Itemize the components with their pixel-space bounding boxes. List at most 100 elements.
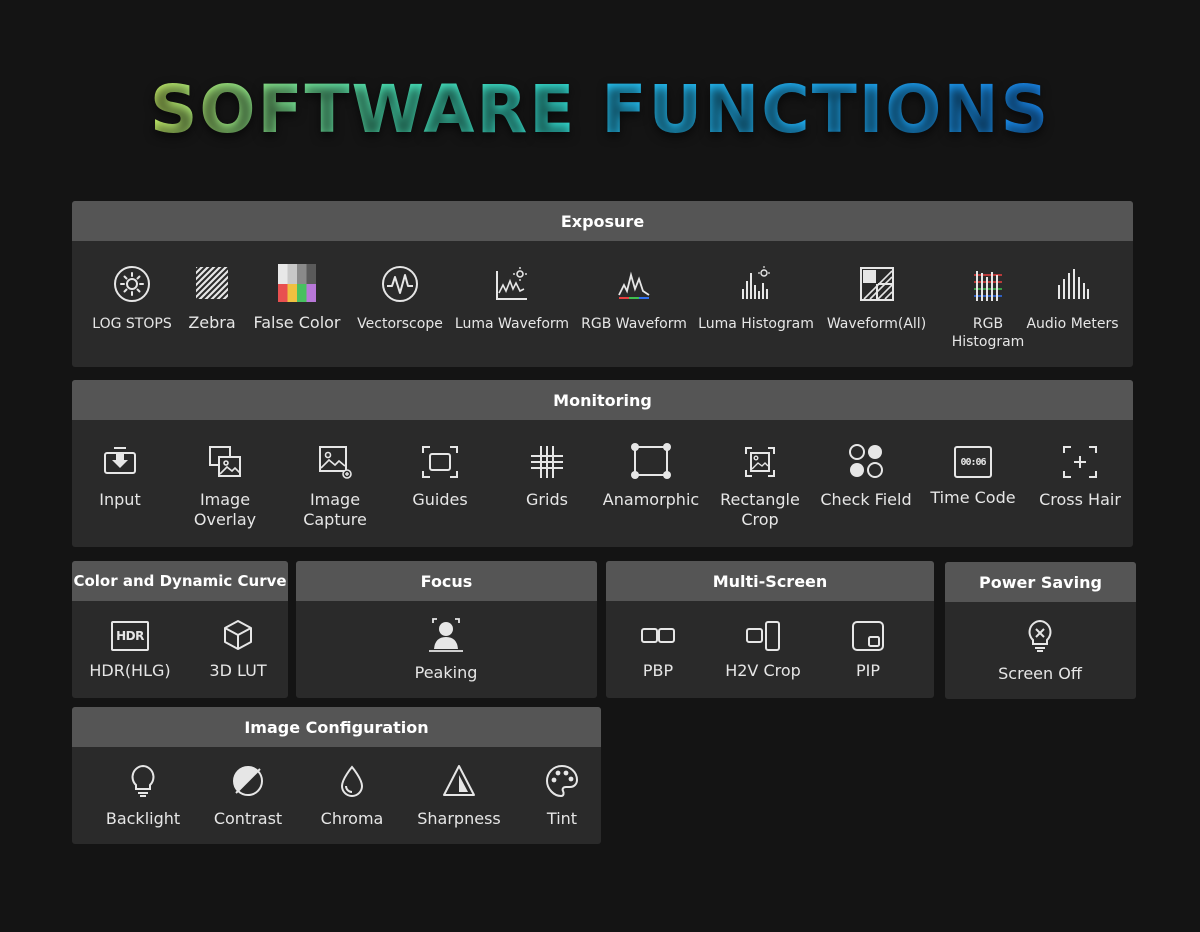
bulb-icon xyxy=(131,764,155,797)
h2v-crop-icon xyxy=(746,621,780,651)
exposure-item-audio-meters[interactable]: Audio Meters xyxy=(1020,265,1125,333)
color-header: Color and Dynamic Curve xyxy=(72,561,288,601)
pbp-icon xyxy=(641,628,675,643)
exposure-item-rgb-histogram[interactable]: RGB Histogram xyxy=(948,269,1028,351)
pip-icon xyxy=(852,621,884,651)
imageconfig-label: Contrast xyxy=(213,809,283,828)
imageconfig-item-sharpness[interactable]: Sharpness xyxy=(404,763,514,829)
monitoring-label: Anamorphic xyxy=(602,490,700,509)
monitoring-label: Input xyxy=(99,490,141,509)
power-item-screen-off[interactable]: Screen Off xyxy=(990,618,1090,684)
exposure-label: Luma Histogram xyxy=(698,316,814,332)
exposure-item-waveform-all[interactable]: Waveform(All) xyxy=(819,265,934,333)
color-item-3d-lut[interactable]: 3D LUT xyxy=(188,619,288,681)
monitoring-label: Time Code xyxy=(930,488,1016,507)
exposure-label-line1: RGB xyxy=(972,316,1004,332)
hdr-glyph: HDR xyxy=(116,629,144,643)
monitoring-label-line2: Crop xyxy=(741,510,779,529)
monitoring-item-image-overlay[interactable]: Image Overlay xyxy=(180,444,270,530)
monitoring-label: Guides xyxy=(412,490,468,509)
focus-label: Peaking xyxy=(414,663,478,682)
anamorphic-icon xyxy=(631,443,671,479)
palette-icon xyxy=(545,764,579,798)
monitoring-item-image-capture[interactable]: Image Capture xyxy=(290,444,380,530)
color-item-hdr[interactable]: HDR HDR(HLG) xyxy=(80,619,180,681)
exposure-label: Waveform(All) xyxy=(826,316,927,332)
imageconfig-item-contrast[interactable]: Contrast xyxy=(198,763,298,829)
multiscreen-panel: Multi-Screen PBP H2V Crop PIP xyxy=(606,561,934,698)
power-panel: Power Saving Screen Off xyxy=(945,562,1136,699)
zebra-icon xyxy=(196,267,228,299)
multiscreen-item-h2v-crop[interactable]: H2V Crop xyxy=(713,621,813,681)
waveform-all-icon xyxy=(859,267,894,301)
imageconfig-item-tint[interactable]: Tint xyxy=(522,763,601,829)
imageconfig-label: Tint xyxy=(546,809,578,828)
time-code-glyph: 00:06 xyxy=(960,456,986,468)
exposure-item-rgb-waveform[interactable]: RGB Waveform xyxy=(574,265,694,333)
power-label: Screen Off xyxy=(998,664,1082,683)
color-panel: Color and Dynamic Curve HDR HDR(HLG) 3D … xyxy=(72,561,288,698)
exposure-panel: Exposure LOG STOPS Zebra False Color Vec… xyxy=(72,201,1133,367)
monitoring-item-anamorphic[interactable]: Anamorphic xyxy=(597,442,705,510)
monitoring-item-check-field[interactable]: Check Field xyxy=(816,442,916,510)
monitoring-item-cross-hair[interactable]: Cross Hair xyxy=(1030,444,1130,510)
rectangle-crop-icon xyxy=(745,447,775,477)
monitoring-item-time-code[interactable]: 00:06 Time Code xyxy=(923,444,1023,508)
exposure-item-luma-waveform[interactable]: Luma Waveform xyxy=(452,265,572,333)
imageconfig-label: Backlight xyxy=(105,809,181,828)
rgb-histogram-icon xyxy=(974,271,1002,301)
multiscreen-label: PBP xyxy=(642,661,674,680)
exposure-label: False Color xyxy=(253,313,341,332)
multiscreen-item-pip[interactable]: PIP xyxy=(828,621,908,681)
multiscreen-item-pbp[interactable]: PBP xyxy=(618,621,698,681)
exposure-item-vectorscope[interactable]: Vectorscope xyxy=(350,265,450,333)
imageconfig-label: Sharpness xyxy=(417,809,501,828)
exposure-item-zebra[interactable]: Zebra xyxy=(177,265,247,333)
imageconfig-label: Chroma xyxy=(320,809,384,828)
input-icon xyxy=(104,447,136,474)
title-word-functions: FUNCTIONS xyxy=(601,71,1051,148)
monitoring-label-line1: Image xyxy=(199,490,251,509)
monitoring-header: Monitoring xyxy=(72,380,1133,420)
imageconfig-item-backlight[interactable]: Backlight xyxy=(93,763,193,829)
multiscreen-header: Multi-Screen xyxy=(606,561,934,601)
monitoring-label: Grids xyxy=(526,490,568,509)
monitoring-label-line1: Rectangle xyxy=(720,490,800,509)
vectorscope-icon xyxy=(382,266,418,302)
image-capture-icon xyxy=(319,446,352,479)
log-stops-icon xyxy=(114,266,150,302)
exposure-item-log-stops[interactable]: LOG STOPS xyxy=(82,265,182,333)
page: SOFTWARE FUNCTIONS Exposure LOG STOPS Ze… xyxy=(0,0,1200,932)
monitoring-item-rectangle-crop[interactable]: Rectangle Crop xyxy=(710,444,810,530)
monitoring-item-guides[interactable]: Guides xyxy=(400,444,480,510)
title-word-software: SOFTWARE xyxy=(149,71,577,148)
exposure-label: Audio Meters xyxy=(1026,316,1119,332)
monitoring-label-line2: Overlay xyxy=(193,510,257,529)
contrast-icon xyxy=(233,766,263,796)
monitoring-label-line1: Image xyxy=(309,490,361,509)
exposure-item-luma-histogram[interactable]: Luma Histogram xyxy=(696,265,816,333)
exposure-header: Exposure xyxy=(72,201,1133,241)
cross-hair-icon xyxy=(1063,446,1097,478)
exposure-label: Zebra xyxy=(188,313,236,332)
cube-icon xyxy=(224,620,252,650)
monitoring-label: Check Field xyxy=(820,490,912,509)
hdr-icon: HDR xyxy=(111,621,149,651)
monitoring-item-input[interactable]: Input xyxy=(80,444,160,510)
exposure-label: LOG STOPS xyxy=(92,316,172,332)
exposure-label: Vectorscope xyxy=(357,316,443,332)
exposure-item-false-color[interactable]: False Color xyxy=(247,263,347,333)
imageconfig-item-chroma[interactable]: Chroma xyxy=(302,763,402,829)
page-title: SOFTWARE FUNCTIONS xyxy=(0,70,1200,150)
drop-icon xyxy=(340,765,364,797)
focus-item-peaking[interactable]: Peaking xyxy=(396,617,496,683)
bulb-off-icon xyxy=(1028,619,1052,652)
imageconfig-panel: Image Configuration Backlight Contrast C… xyxy=(72,707,601,844)
color-label: HDR(HLG) xyxy=(89,661,171,680)
power-header: Power Saving xyxy=(945,562,1136,602)
sharpness-icon xyxy=(443,765,475,796)
multiscreen-label: H2V Crop xyxy=(725,661,801,680)
focus-header: Focus xyxy=(296,561,597,601)
focus-panel: Focus Peaking xyxy=(296,561,597,698)
monitoring-item-grids[interactable]: Grids xyxy=(507,444,587,510)
